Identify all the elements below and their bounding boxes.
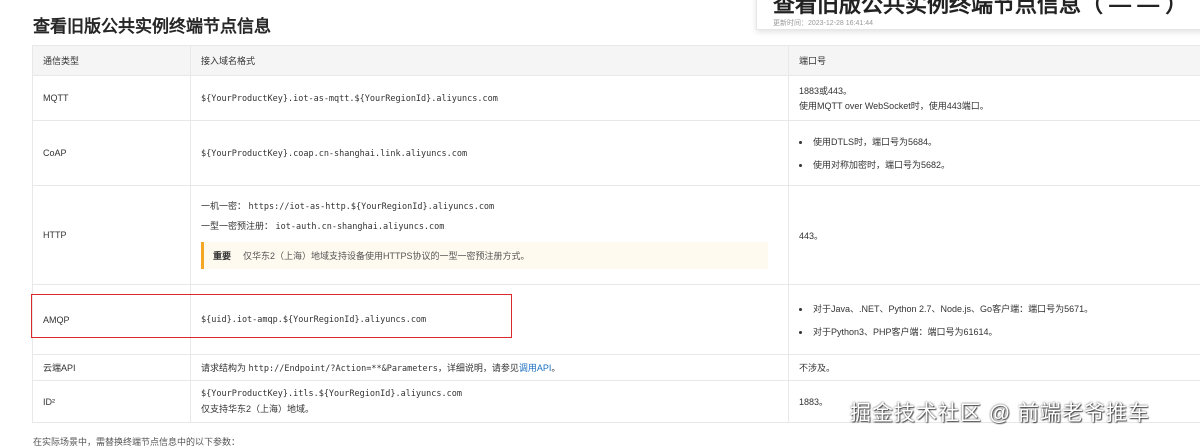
- header-port: 端口号: [789, 46, 1200, 76]
- code-id2-domain: ${YourProductKey}.itls.${YourRegionId}.a…: [201, 389, 462, 399]
- cell-domain-coap: ${YourProductKey}.coap.cn-shanghai.link.…: [191, 121, 789, 186]
- header-protocol-type: 通信类型: [33, 46, 191, 76]
- code-http-domain: https://iot-as-http.${YourRegionId}.aliy…: [249, 202, 495, 212]
- cell-port-mqtt: 1883或443。 使用MQTT over WebSocket时，使用443端口…: [789, 76, 1200, 121]
- important-notice: 重要 仅华东2（上海）地域支持设备使用HTTPS协议的一型一密预注册方式。: [201, 242, 768, 269]
- footer-paragraph: 在实际场景中，需替换终端节点信息中的以下参数：: [33, 435, 240, 448]
- list-item: 对于Java、.NET、Python 2.7、Node.js、Go客户端：端口号…: [811, 302, 1194, 315]
- http-line-one-type-one-secret: 一型一密预注册： iot-auth.cn-shanghai.aliyuncs.c…: [201, 219, 778, 232]
- table-header-row: 通信类型 接入域名格式 端口号: [33, 46, 1200, 76]
- page-title: 查看旧版公共实例终端节点信息: [33, 12, 271, 37]
- id2-domain-line: ${YourProductKey}.itls.${YourRegionId}.a…: [201, 388, 778, 399]
- cloud-api-desc-mid: ，详细说明，请参见: [438, 363, 519, 373]
- table-row-mqtt: MQTT ${YourProductKey}.iot-as-mqtt.${You…: [33, 76, 1200, 121]
- endpoint-table: 通信类型 接入域名格式 端口号 MQTT ${YourProductKey}.i…: [32, 45, 1200, 423]
- juejin-watermark: 掘金技术社区 @ 前端老爷推车: [850, 397, 1150, 427]
- coap-port-list: 使用DTLS时，端口号为5684。 使用对称加密时，端口号为5682。: [799, 135, 1194, 171]
- cell-port-amqp: 对于Java、.NET、Python 2.7、Node.js、Go客户端：端口号…: [789, 285, 1200, 355]
- cloud-api-desc-suffix: 。: [551, 363, 560, 373]
- id2-region-note: 仅支持华东2（上海）地域。: [201, 402, 778, 415]
- header-domain-format: 接入域名格式: [191, 46, 789, 76]
- http-line1-label: 一机一密：: [201, 201, 246, 211]
- amqp-highlight-box: [31, 294, 512, 338]
- cell-type-id2: ID²: [33, 381, 191, 423]
- code-http-auth-domain: iot-auth.cn-shanghai.aliyuncs.com: [276, 222, 445, 232]
- cell-type-coap: CoAP: [33, 121, 191, 186]
- code-mqtt-domain: ${YourProductKey}.iot-as-mqtt.${YourRegi…: [201, 94, 498, 104]
- cell-domain-mqtt: ${YourProductKey}.iot-as-mqtt.${YourRegi…: [191, 76, 789, 121]
- cell-port-http: 443。: [789, 186, 1200, 285]
- mqtt-port-line2: 使用MQTT over WebSocket时，使用443端口。: [799, 99, 1194, 112]
- amqp-port-list: 对于Java、.NET、Python 2.7、Node.js、Go客户端：端口号…: [799, 302, 1194, 338]
- floating-doc-card[interactable]: 查看旧版公共实例终端节点信息（ — — ） 更新时间：2023-12-28 16…: [756, 0, 1200, 30]
- notice-label: 重要: [213, 251, 231, 261]
- cloud-api-desc-prefix: 请求结构为: [201, 363, 246, 373]
- cell-port-cloud-api: 不涉及。: [789, 355, 1200, 381]
- cell-type-http: HTTP: [33, 186, 191, 285]
- floating-card-update-time: 更新时间：2023-12-28 16:41:44: [773, 18, 873, 28]
- table-row-cloud-api: 云端API 请求结构为 http://Endpoint/?Action=**&P…: [33, 355, 1200, 381]
- cell-domain-id2: ${YourProductKey}.itls.${YourRegionId}.a…: [191, 381, 789, 423]
- http-line-one-device-one-secret: 一机一密： https://iot-as-http.${YourRegionId…: [201, 199, 778, 212]
- cell-type-cloud-api: 云端API: [33, 355, 191, 381]
- cell-domain-cloud-api: 请求结构为 http://Endpoint/?Action=**&Paramet…: [191, 355, 789, 381]
- list-item: 使用对称加密时，端口号为5682。: [811, 158, 1194, 171]
- code-coap-domain: ${YourProductKey}.coap.cn-shanghai.link.…: [201, 149, 467, 159]
- list-item: 对于Python3、PHP客户端：端口号为61614。: [811, 325, 1194, 338]
- mqtt-port-line1: 1883或443。: [799, 84, 1194, 97]
- table-row-coap: CoAP ${YourProductKey}.coap.cn-shanghai.…: [33, 121, 1200, 186]
- floating-card-title: 查看旧版公共实例终端节点信息（ — — ）: [773, 0, 1187, 19]
- notice-text: 仅华东2（上海）地域支持设备使用HTTPS协议的一型一密预注册方式。: [243, 251, 530, 261]
- code-cloud-api-endpoint: http://Endpoint/?Action=**&Parameters: [249, 364, 438, 374]
- cell-port-coap: 使用DTLS时，端口号为5684。 使用对称加密时，端口号为5682。: [789, 121, 1200, 186]
- list-item: 使用DTLS时，端口号为5684。: [811, 135, 1194, 148]
- cell-type-mqtt: MQTT: [33, 76, 191, 121]
- call-api-link[interactable]: 调用API: [519, 363, 552, 373]
- table-row-http: HTTP 一机一密： https://iot-as-http.${YourReg…: [33, 186, 1200, 285]
- http-line2-label: 一型一密预注册：: [201, 221, 273, 231]
- cell-domain-http: 一机一密： https://iot-as-http.${YourRegionId…: [191, 186, 789, 285]
